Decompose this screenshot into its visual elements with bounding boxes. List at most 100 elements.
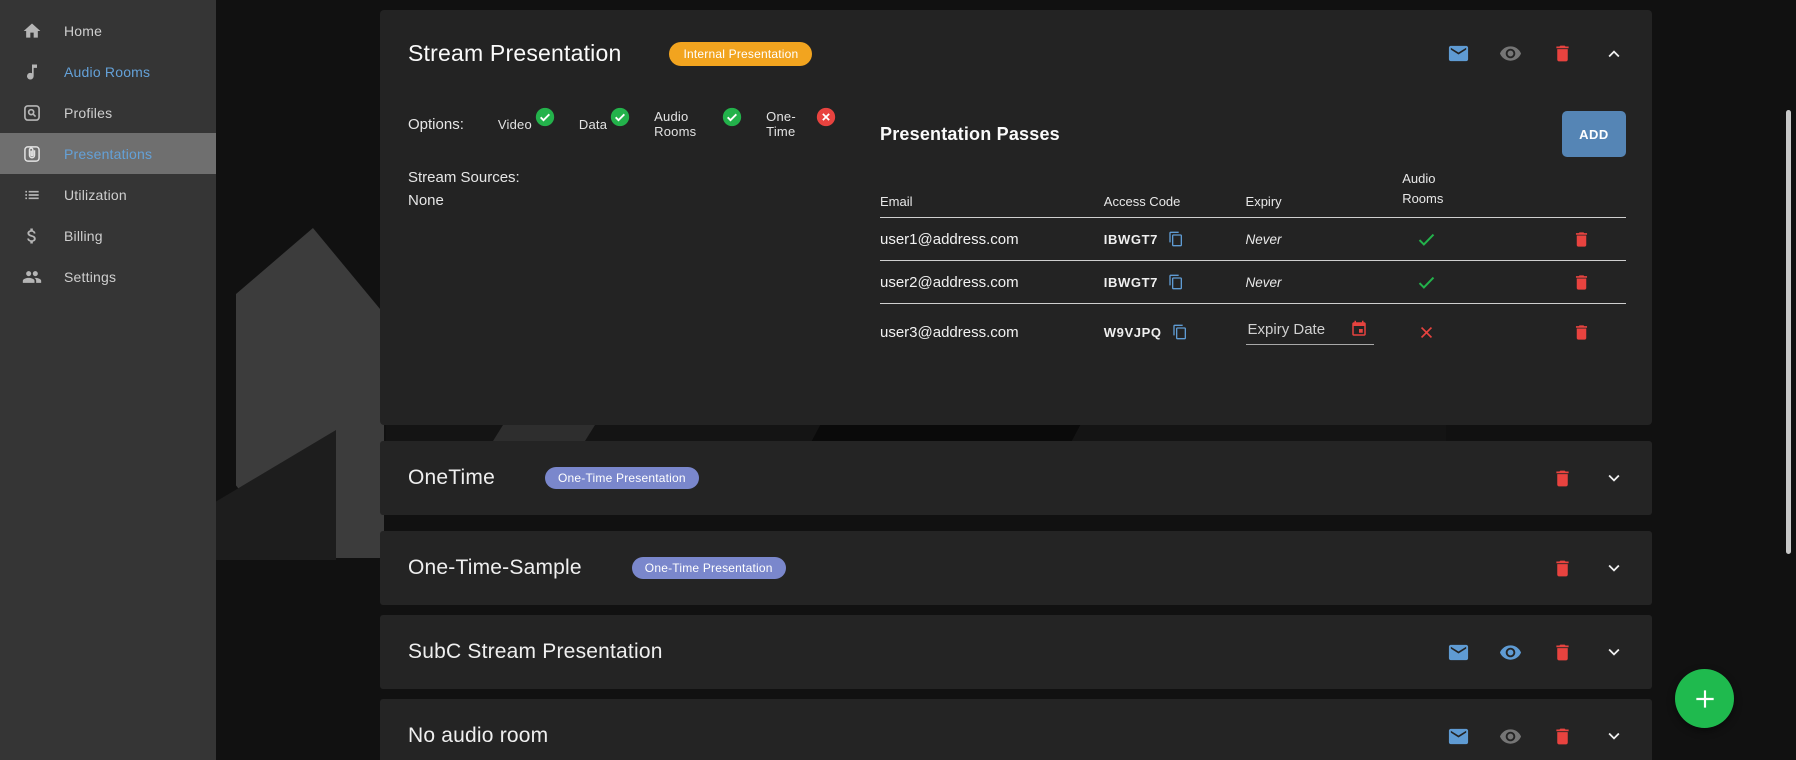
sidebar-item-presentations[interactable]: Presentations [0,133,216,174]
row-actions [1550,466,1626,490]
col-header-email: Email [880,194,1104,209]
mail-icon[interactable] [1446,724,1470,748]
check-circle-icon [535,107,555,127]
table-row: user2@address.com IBWGT7 Never [880,261,1626,304]
check-icon [1416,229,1437,250]
paperclip-icon [22,144,42,164]
presentation-title: No audio room [408,724,548,748]
background-graphic [493,425,595,441]
presentation-row-subc: SubC Stream Presentation [380,615,1652,689]
passes-header: Presentation Passes ADD [860,111,1626,157]
trash-icon[interactable] [1550,640,1574,664]
chevron-down-icon[interactable] [1602,556,1626,580]
sidebar-item-home[interactable]: Home [0,10,216,51]
copy-icon[interactable] [1168,274,1184,290]
vertical-scrollbar-thumb[interactable] [1786,110,1791,554]
sidebar-item-billing[interactable]: Billing [0,215,216,256]
presentation-row-onetime: OneTime One-Time Presentation [380,441,1652,515]
dollar-icon [22,226,42,246]
presentation-title: Stream Presentation [408,40,621,67]
presentation-passes-panel: Presentation Passes ADD Email Access Cod… [860,109,1626,360]
sidebar-item-utilization[interactable]: Utilization [0,174,216,215]
chevron-up-icon[interactable] [1602,42,1626,66]
presentation-row-one-time-sample: One-Time-Sample One-Time Presentation [380,531,1652,605]
chevron-down-icon[interactable] [1602,640,1626,664]
trash-icon[interactable] [1570,270,1594,294]
check-circle-icon [722,107,742,127]
card-actions [1446,42,1626,66]
add-presentation-fab[interactable] [1675,669,1734,728]
x-circle-icon [816,107,836,127]
mail-icon[interactable] [1446,640,1470,664]
people-icon [22,267,42,287]
music-note-icon [22,62,42,82]
pass-email: user1@address.com [880,231,1104,248]
app-window: Home Audio Rooms Profiles Presen [0,0,1796,760]
main-content: Stream Presentation Internal Presentatio… [216,0,1796,760]
eye-icon[interactable] [1498,640,1522,664]
card-body: Options: Video Data [380,109,1652,360]
sidebar-item-label: Billing [64,228,103,244]
home-icon [22,21,42,41]
trash-icon[interactable] [1550,724,1574,748]
col-header-expiry: Expiry [1246,194,1403,209]
expiry-date-field [1246,320,1374,345]
stream-sources: Stream Sources: None [408,167,860,212]
mail-icon[interactable] [1446,42,1470,66]
pass-email: user2@address.com [880,274,1104,291]
eye-icon[interactable] [1498,724,1522,748]
options-row: Options: Video Data [408,109,860,139]
one-time-presentation-badge: One-Time Presentation [545,467,699,489]
x-icon [1418,324,1435,341]
trash-icon[interactable] [1570,320,1594,344]
pass-access-code: W9VJPQ [1104,325,1162,340]
chevron-down-icon[interactable] [1602,724,1626,748]
sidebar-item-label: Utilization [64,187,127,203]
row-actions [1446,640,1626,664]
copy-icon[interactable] [1172,324,1188,340]
calendar-icon[interactable] [1350,320,1368,338]
row-actions [1446,724,1626,748]
check-circle-icon [610,107,630,127]
presentation-row-no-audio-room: No audio room [380,699,1652,760]
option-data: Data [579,114,630,134]
internal-presentation-badge: Internal Presentation [669,42,812,66]
stream-sources-value: None [408,190,860,213]
sidebar-item-label: Settings [64,269,116,285]
table-header-row: Email Access Code Expiry Audio Rooms [880,169,1626,218]
pass-access-code: IBWGT7 [1104,275,1158,290]
trash-icon[interactable] [1550,42,1574,66]
copy-icon[interactable] [1168,231,1184,247]
add-pass-button[interactable]: ADD [1562,111,1626,157]
presentation-title: OneTime [408,466,495,490]
sidebar: Home Audio Rooms Profiles Presen [0,0,216,760]
sidebar-item-profiles[interactable]: Profiles [0,92,216,133]
chevron-down-icon[interactable] [1602,466,1626,490]
trash-icon[interactable] [1570,227,1594,251]
presentation-title: SubC Stream Presentation [408,640,663,664]
trash-icon[interactable] [1550,466,1574,490]
plus-icon [1692,686,1718,712]
pass-access-code: IBWGT7 [1104,232,1158,247]
expiry-date-input[interactable] [1246,320,1350,339]
col-header-audio-rooms: Audio Rooms [1402,169,1448,209]
table-row: user3@address.com W9VJPQ [880,304,1626,360]
option-audio-rooms: Audio Rooms [654,109,742,139]
sidebar-item-label: Presentations [64,146,152,162]
list-icon [22,185,42,205]
pass-expiry: Never [1246,232,1403,247]
sidebar-item-settings[interactable]: Settings [0,256,216,297]
stream-sources-label: Stream Sources: [408,167,860,190]
option-video: Video [498,114,555,134]
passes-table: Email Access Code Expiry Audio Rooms use… [880,169,1626,360]
trash-icon[interactable] [1550,556,1574,580]
col-header-access-code: Access Code [1104,194,1246,209]
card-header: Stream Presentation Internal Presentatio… [380,10,1652,67]
profile-search-icon [22,103,42,123]
eye-icon[interactable] [1498,42,1522,66]
background-graphic [812,425,1081,441]
table-row: user1@address.com IBWGT7 Never [880,218,1626,261]
option-one-time: One-Time [766,109,836,139]
pass-expiry: Never [1246,275,1403,290]
sidebar-item-audio-rooms[interactable]: Audio Rooms [0,51,216,92]
